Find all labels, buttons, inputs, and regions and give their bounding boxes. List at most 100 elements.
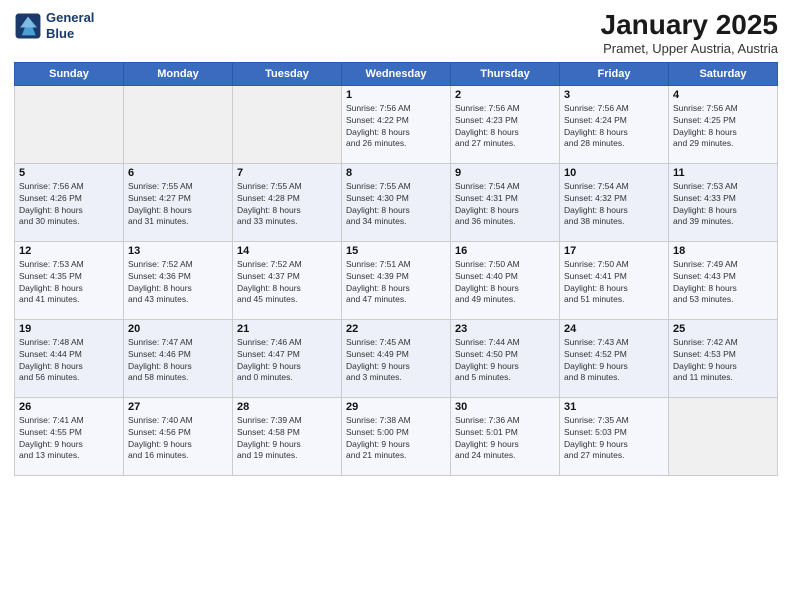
day-info: Sunrise: 7:45 AM Sunset: 4:49 PM Dayligh… <box>346 337 446 385</box>
day-info: Sunrise: 7:56 AM Sunset: 4:26 PM Dayligh… <box>19 181 119 229</box>
calendar-cell: 26Sunrise: 7:41 AM Sunset: 4:55 PM Dayli… <box>15 397 124 475</box>
day-info: Sunrise: 7:43 AM Sunset: 4:52 PM Dayligh… <box>564 337 664 385</box>
day-info: Sunrise: 7:36 AM Sunset: 5:01 PM Dayligh… <box>455 415 555 463</box>
day-info: Sunrise: 7:46 AM Sunset: 4:47 PM Dayligh… <box>237 337 337 385</box>
weekday-header-sunday: Sunday <box>15 62 124 85</box>
calendar-week-5: 26Sunrise: 7:41 AM Sunset: 4:55 PM Dayli… <box>15 397 778 475</box>
day-info: Sunrise: 7:54 AM Sunset: 4:32 PM Dayligh… <box>564 181 664 229</box>
calendar-week-3: 12Sunrise: 7:53 AM Sunset: 4:35 PM Dayli… <box>15 241 778 319</box>
calendar-cell: 20 Sunrise: 7:47 AM Sunset: 4:46 PM Dayli… <box>124 319 233 397</box>
calendar-cell: 24 Sunrise: 7:43 AM Sunset: 4:52 PM Dayli… <box>560 319 669 397</box>
day-number: 5 <box>19 167 119 179</box>
day-number: 29 <box>346 401 446 413</box>
calendar-week-4: 19Sunrise: 7:48 AM Sunset: 4:44 PM Dayli… <box>15 319 778 397</box>
calendar-cell: 12Sunrise: 7:53 AM Sunset: 4:35 PM Dayli… <box>15 241 124 319</box>
calendar-cell: 28 Sunrise: 7:39 AM Sunset: 4:58 PM Dayli… <box>233 397 342 475</box>
day-info: Sunrise: 7:54 AM Sunset: 4:31 PM Dayligh… <box>455 181 555 229</box>
day-number: 7 <box>237 167 337 179</box>
day-info: Sunrise: 7:55 AM Sunset: 4:30 PM Dayligh… <box>346 181 446 229</box>
title-block: January 2025 Pramet, Upper Austria, Aust… <box>601 10 778 56</box>
calendar-body: 1 Sunrise: 7:56 AM Sunset: 4:22 PM Daylig… <box>15 85 778 475</box>
weekday-header-friday: Friday <box>560 62 669 85</box>
day-info: Sunrise: 7:35 AM Sunset: 5:03 PM Dayligh… <box>564 415 664 463</box>
calendar-cell: 2 Sunrise: 7:56 AM Sunset: 4:23 PM Daylig… <box>451 85 560 163</box>
day-info: Sunrise: 7:42 AM Sunset: 4:53 PM Dayligh… <box>673 337 773 385</box>
calendar-cell: 14 Sunrise: 7:52 AM Sunset: 4:37 PM Dayli… <box>233 241 342 319</box>
day-info: Sunrise: 7:56 AM Sunset: 4:24 PM Dayligh… <box>564 103 664 151</box>
calendar-cell: 7Sunrise: 7:55 AM Sunset: 4:28 PM Daylig… <box>233 163 342 241</box>
day-number: 4 <box>673 89 773 101</box>
day-info: Sunrise: 7:56 AM Sunset: 4:25 PM Dayligh… <box>673 103 773 151</box>
calendar-cell: 10 Sunrise: 7:54 AM Sunset: 4:32 PM Dayli… <box>560 163 669 241</box>
day-info: Sunrise: 7:52 AM Sunset: 4:37 PM Dayligh… <box>237 259 337 307</box>
day-info: Sunrise: 7:39 AM Sunset: 4:58 PM Dayligh… <box>237 415 337 463</box>
calendar-cell: 5 Sunrise: 7:56 AM Sunset: 4:26 PM Daylig… <box>15 163 124 241</box>
calendar-cell: 15 Sunrise: 7:51 AM Sunset: 4:39 PM Dayli… <box>342 241 451 319</box>
day-number: 31 <box>564 401 664 413</box>
day-info: Sunrise: 7:53 AM Sunset: 4:33 PM Dayligh… <box>673 181 773 229</box>
month-title: January 2025 <box>601 10 778 41</box>
day-info: Sunrise: 7:56 AM Sunset: 4:23 PM Dayligh… <box>455 103 555 151</box>
day-number: 28 <box>237 401 337 413</box>
day-number: 17 <box>564 245 664 257</box>
day-number: 10 <box>564 167 664 179</box>
calendar-cell: 23 Sunrise: 7:44 AM Sunset: 4:50 PM Dayli… <box>451 319 560 397</box>
day-number: 20 <box>128 323 228 335</box>
calendar-cell: 13Sunrise: 7:52 AM Sunset: 4:36 PM Dayli… <box>124 241 233 319</box>
calendar-cell: 29Sunrise: 7:38 AM Sunset: 5:00 PM Dayli… <box>342 397 451 475</box>
location-subtitle: Pramet, Upper Austria, Austria <box>601 41 778 56</box>
calendar-cell <box>669 397 778 475</box>
day-number: 9 <box>455 167 555 179</box>
day-info: Sunrise: 7:49 AM Sunset: 4:43 PM Dayligh… <box>673 259 773 307</box>
day-number: 3 <box>564 89 664 101</box>
day-number: 22 <box>346 323 446 335</box>
calendar-cell: 22 Sunrise: 7:45 AM Sunset: 4:49 PM Dayli… <box>342 319 451 397</box>
day-number: 30 <box>455 401 555 413</box>
day-number: 19 <box>19 323 119 335</box>
day-number: 11 <box>673 167 773 179</box>
day-number: 15 <box>346 245 446 257</box>
calendar-cell <box>15 85 124 163</box>
calendar-cell: 8Sunrise: 7:55 AM Sunset: 4:30 PM Daylig… <box>342 163 451 241</box>
day-info: Sunrise: 7:41 AM Sunset: 4:55 PM Dayligh… <box>19 415 119 463</box>
calendar-header: SundayMondayTuesdayWednesdayThursdayFrid… <box>15 62 778 85</box>
calendar-cell: 27Sunrise: 7:40 AM Sunset: 4:56 PM Dayli… <box>124 397 233 475</box>
weekday-header-row: SundayMondayTuesdayWednesdayThursdayFrid… <box>15 62 778 85</box>
calendar-cell: 19Sunrise: 7:48 AM Sunset: 4:44 PM Dayli… <box>15 319 124 397</box>
logo-text: General Blue <box>46 10 94 41</box>
day-number: 6 <box>128 167 228 179</box>
logo-icon <box>14 12 42 40</box>
day-info: Sunrise: 7:47 AM Sunset: 4:46 PM Dayligh… <box>128 337 228 385</box>
calendar-cell: 16Sunrise: 7:50 AM Sunset: 4:40 PM Dayli… <box>451 241 560 319</box>
day-number: 21 <box>237 323 337 335</box>
page-container: General Blue January 2025 Pramet, Upper … <box>0 0 792 484</box>
day-number: 25 <box>673 323 773 335</box>
day-number: 23 <box>455 323 555 335</box>
calendar-table: SundayMondayTuesdayWednesdayThursdayFrid… <box>14 62 778 476</box>
logo: General Blue <box>14 10 94 41</box>
day-info: Sunrise: 7:51 AM Sunset: 4:39 PM Dayligh… <box>346 259 446 307</box>
day-number: 27 <box>128 401 228 413</box>
day-info: Sunrise: 7:56 AM Sunset: 4:22 PM Dayligh… <box>346 103 446 151</box>
weekday-header-tuesday: Tuesday <box>233 62 342 85</box>
weekday-header-thursday: Thursday <box>451 62 560 85</box>
day-info: Sunrise: 7:44 AM Sunset: 4:50 PM Dayligh… <box>455 337 555 385</box>
weekday-header-saturday: Saturday <box>669 62 778 85</box>
day-number: 2 <box>455 89 555 101</box>
day-number: 24 <box>564 323 664 335</box>
calendar-cell <box>233 85 342 163</box>
day-number: 12 <box>19 245 119 257</box>
header: General Blue January 2025 Pramet, Upper … <box>14 10 778 56</box>
calendar-cell: 3 Sunrise: 7:56 AM Sunset: 4:24 PM Daylig… <box>560 85 669 163</box>
day-number: 1 <box>346 89 446 101</box>
calendar-cell: 25 Sunrise: 7:42 AM Sunset: 4:53 PM Dayli… <box>669 319 778 397</box>
calendar-cell: 9 Sunrise: 7:54 AM Sunset: 4:31 PM Daylig… <box>451 163 560 241</box>
calendar-cell: 1 Sunrise: 7:56 AM Sunset: 4:22 PM Daylig… <box>342 85 451 163</box>
calendar-week-2: 5 Sunrise: 7:56 AM Sunset: 4:26 PM Daylig… <box>15 163 778 241</box>
calendar-week-1: 1 Sunrise: 7:56 AM Sunset: 4:22 PM Daylig… <box>15 85 778 163</box>
day-number: 18 <box>673 245 773 257</box>
day-info: Sunrise: 7:50 AM Sunset: 4:41 PM Dayligh… <box>564 259 664 307</box>
day-info: Sunrise: 7:50 AM Sunset: 4:40 PM Dayligh… <box>455 259 555 307</box>
day-number: 14 <box>237 245 337 257</box>
calendar-cell: 31 Sunrise: 7:35 AM Sunset: 5:03 PM Dayli… <box>560 397 669 475</box>
